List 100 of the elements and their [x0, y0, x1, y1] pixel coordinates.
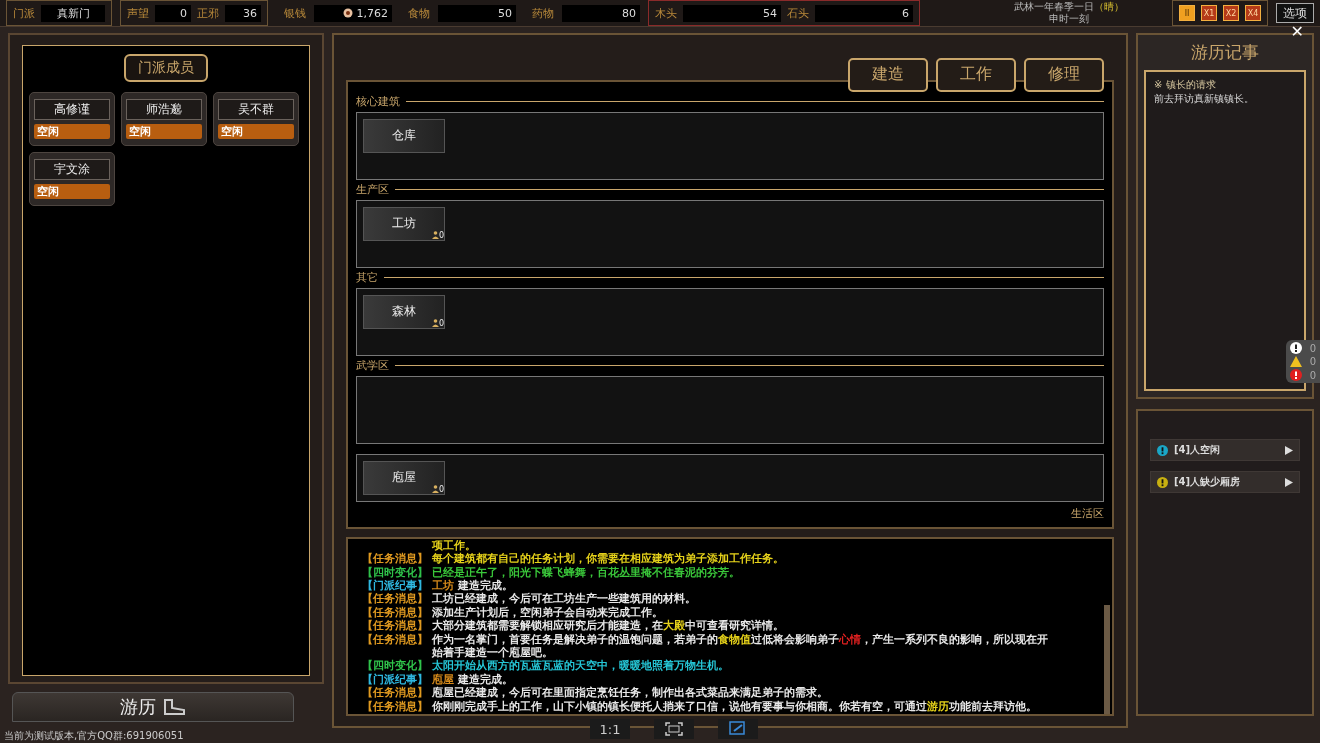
edit-button[interactable] — [718, 719, 758, 739]
member-name: 宇文涂 — [34, 159, 110, 180]
log-tag: 【任务消息】 — [362, 552, 432, 566]
section-title: 核心建筑 — [356, 94, 400, 110]
log-message: 添加生产计划后，空闲弟子会自动来完成工作。 — [432, 605, 664, 619]
error-icon — [1289, 369, 1302, 381]
log-tag: 【四时变化】 — [362, 565, 432, 580]
boot-icon — [162, 699, 186, 715]
sect-label: 门派 — [13, 5, 35, 21]
log-message: 太阳开始从西方的瓦蓝瓦蓝的天空中，暖暖地照着万物生机。 — [432, 659, 730, 673]
building-tile[interactable]: 工坊 0 — [363, 206, 445, 241]
section-title: 武学区 — [356, 358, 389, 374]
notice-item[interactable]: [4]人缺少厢房 — [1150, 471, 1300, 493]
alert-count: 0 — [1309, 369, 1316, 381]
building-tile[interactable]: 森林 0 — [363, 294, 445, 329]
worker-count: 0 — [431, 318, 444, 328]
building-tile[interactable]: 庖屋 0 — [363, 460, 445, 495]
stat-label: 正邪 — [197, 5, 219, 21]
log-tag: 【门派纪事】 — [362, 579, 432, 593]
log-tag: 【任务消息】 — [362, 619, 432, 633]
member-card[interactable]: 宇文涂 空闲 — [29, 152, 115, 206]
resource-label: 银钱 — [284, 5, 306, 21]
member-status: 空闲 — [34, 184, 110, 199]
action-button[interactable]: 修理 — [1024, 57, 1104, 92]
stat-value: 0 — [155, 4, 191, 22]
action-button[interactable]: 工作 — [936, 57, 1016, 92]
log-message: 每个建筑都有自己的任务计划，你需要在相应建筑为弟子添加工作任务。 — [432, 552, 785, 566]
panel-title: 游历记事 — [1190, 41, 1260, 64]
log-message: 工坊 建造完成。 — [432, 579, 514, 593]
play-icon — [1285, 445, 1293, 455]
stat-value: 36 — [225, 4, 261, 22]
member-card[interactable]: 师浩邈 空闲 — [121, 92, 207, 146]
resource-label: 食物 — [408, 5, 430, 21]
scrollbar[interactable] — [1104, 604, 1110, 714]
member-status: 空闲 — [126, 124, 202, 139]
exclamation-icon — [1157, 444, 1168, 456]
resource-value: 1,762 — [314, 4, 392, 22]
exclamation-icon — [1157, 476, 1168, 488]
log-message: 已经是正午了，阳光下蝶飞蜂舞，百花丛里掩不住春泥的芬芳。 — [432, 565, 741, 579]
action-button[interactable]: 建造 — [848, 57, 928, 92]
member-name: 吴不群 — [218, 99, 294, 120]
quest-text: 前去拜访真新镇镇长。 — [1154, 92, 1255, 106]
stat-label: 声望 — [127, 5, 149, 21]
log-message: 项工作。 — [432, 538, 477, 552]
resource-label: 木头 — [655, 5, 677, 21]
member-card[interactable]: 高修谨 空闲 — [29, 92, 115, 146]
zoom-button[interactable]: 1:1 — [590, 719, 630, 739]
info-icon — [1289, 342, 1302, 354]
coin-icon — [342, 8, 353, 18]
section-title: 生产区 — [356, 182, 389, 198]
travel-button[interactable]: 游历 — [12, 692, 294, 722]
options-button[interactable]: 选项 — [1276, 3, 1314, 23]
notice-item[interactable]: [4]人空闲 — [1150, 439, 1300, 461]
log-tag: 【四时变化】 — [362, 659, 432, 673]
log-tag: 【任务消息】 — [362, 699, 432, 714]
member-name: 师浩邈 — [126, 99, 202, 120]
worker-count: 0 — [431, 484, 444, 494]
speed-button[interactable]: X1 — [1201, 5, 1217, 21]
sect-name: 真新门 — [41, 4, 105, 22]
frame-icon — [665, 722, 683, 736]
member-status: 空闲 — [34, 124, 110, 139]
log-tag: 【任务消息】 — [362, 592, 432, 606]
edit-icon — [729, 721, 747, 737]
alert-count: 0 — [1309, 342, 1316, 354]
panel-title: 门派成员 — [124, 54, 208, 82]
play-icon — [1285, 477, 1293, 487]
member-name: 高修谨 — [34, 99, 110, 120]
fit-button[interactable] — [654, 719, 694, 739]
quest-title: ※ 镇长的请求 — [1154, 78, 1217, 92]
log-tag: 【任务消息】 — [362, 632, 432, 660]
status-text: 当前为测试版本,官方QQ群:691906051 — [3, 729, 184, 743]
person-icon — [431, 485, 439, 494]
building-tile[interactable]: 仓库 — [363, 118, 445, 153]
log-message: 大部分建筑都需要解锁相应研究后才能建造，在大殿中可查看研究详情。 — [432, 619, 785, 633]
alert-count: 0 — [1309, 356, 1316, 367]
resource-label: 石头 — [787, 5, 809, 21]
section-title: 其它 — [356, 270, 378, 286]
log-message: 庖屋 建造完成。 — [432, 672, 514, 686]
speed-button[interactable]: X4 — [1245, 5, 1261, 21]
log-message: 作为一名掌门，首要任务是解决弟子的温饱问题，若弟子的食物值过低将会影响弟子心情，产生一系列不良的影响，所以现在开始着手建造一个庖屋吧。 — [432, 632, 1049, 660]
time-text: 申时一刻 — [1049, 13, 1089, 25]
resource-value: 80 — [562, 4, 640, 22]
log-message: 庖屋已经建成，今后可在里面指定烹饪任务，制作出各式菜品来满足弟子的需求。 — [432, 686, 829, 700]
log-message: 你刚刚完成手上的工作，山下小镇的镇长便托人捎来了口信，说他有要事与你相商。你若有空，可通过游历功能前去拜访他。 — [432, 699, 1038, 714]
log-tag: 【门派纪事】 — [362, 672, 432, 687]
person-icon — [431, 231, 439, 240]
person-icon — [431, 319, 439, 328]
speed-button[interactable]: II — [1179, 5, 1195, 21]
worker-count: 0 — [431, 230, 444, 240]
member-status: 空闲 — [218, 124, 294, 139]
date-text: 武林一年春季一日（晴） — [1014, 1, 1124, 13]
resource-value: 54 — [683, 4, 781, 22]
resource-label: 药物 — [532, 5, 554, 21]
resource-value: 6 — [815, 4, 913, 22]
log-tag: 【任务消息】 — [362, 605, 432, 620]
speed-button[interactable]: X2 — [1223, 5, 1239, 21]
log-message: 工坊已经建成，今后可在工坊生产一些建筑用的材料。 — [432, 592, 697, 606]
warning-icon — [1289, 356, 1302, 367]
member-card[interactable]: 吴不群 空闲 — [213, 92, 299, 146]
close-button[interactable]: ✕ — [1290, 25, 1304, 39]
